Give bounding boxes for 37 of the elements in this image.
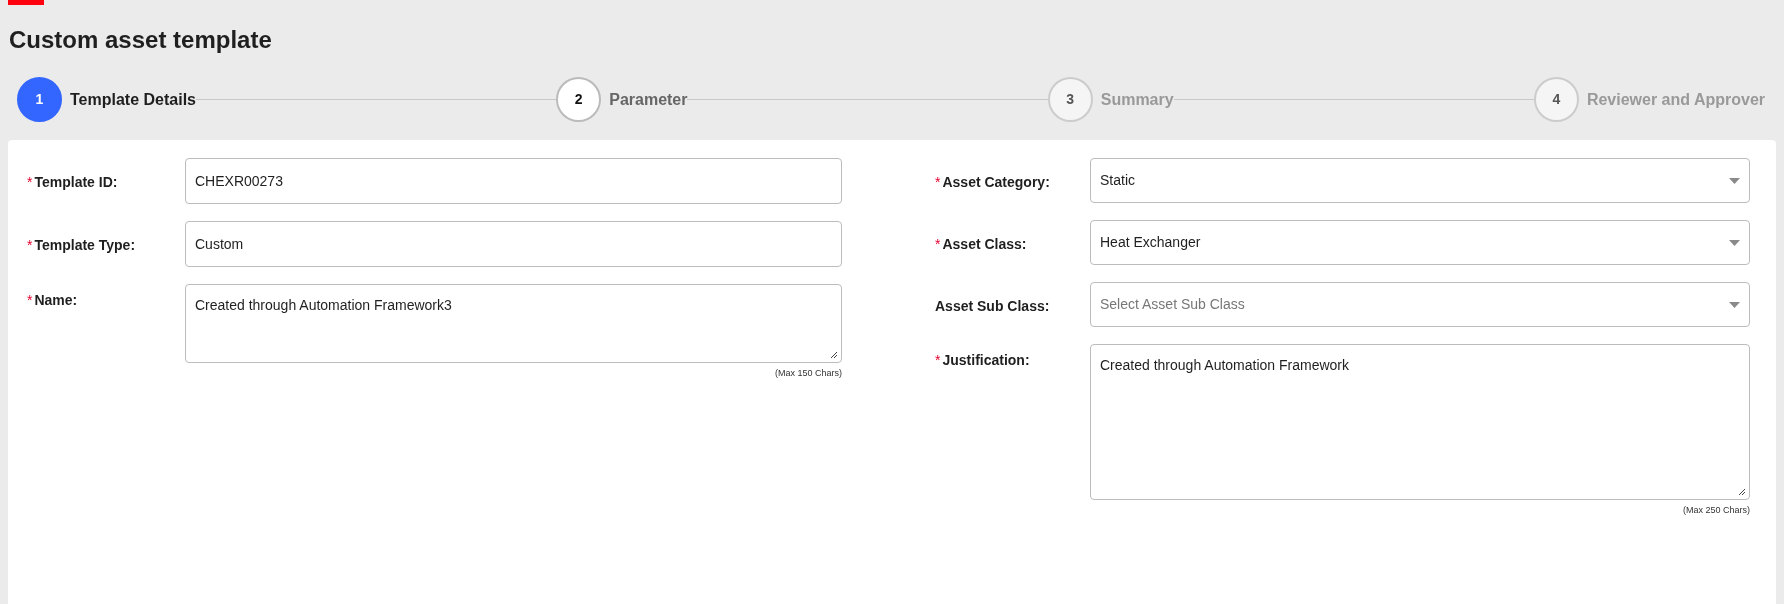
- step-number: 3: [1047, 77, 1093, 122]
- field-label: Name:: [34, 291, 78, 310]
- field-label: Template Type:: [34, 236, 136, 255]
- required-asterisk: *: [27, 173, 33, 192]
- field-label: Justification:: [942, 351, 1030, 370]
- accent-bar: [8, 0, 44, 5]
- field-label: Asset Category:: [942, 173, 1050, 192]
- step-number: 4: [1533, 77, 1579, 122]
- required-asterisk: *: [27, 291, 33, 310]
- required-asterisk: *: [27, 236, 33, 255]
- character-limit-hint: (Max 250 Chars): [1682, 504, 1750, 517]
- step-label: Parameter: [609, 89, 688, 110]
- text-field[interactable]: CHEXR00273: [185, 158, 842, 204]
- required-asterisk: *: [935, 351, 941, 370]
- select-field[interactable]: Select Asset Sub Class: [1090, 282, 1750, 327]
- resize-handle-icon: [1738, 488, 1746, 496]
- step-label: Reviewer and Approver: [1586, 89, 1765, 110]
- dropdown-caret-icon: [1729, 239, 1740, 246]
- dropdown-caret-icon: [1729, 177, 1740, 184]
- text-area[interactable]: Created through Automation Framework3: [185, 284, 842, 363]
- select-field[interactable]: Heat Exchanger: [1090, 220, 1750, 265]
- required-asterisk: *: [935, 173, 941, 192]
- field-label: Asset Sub Class:: [935, 297, 1050, 316]
- select-field[interactable]: Static: [1090, 158, 1750, 203]
- character-limit-hint: (Max 150 Chars): [774, 367, 842, 380]
- step-label: Template Details: [70, 89, 196, 110]
- page-title: Custom asset template: [9, 25, 273, 55]
- step-number: 2: [556, 77, 602, 122]
- text-field[interactable]: Custom: [185, 221, 842, 267]
- step-number: 1: [17, 77, 62, 122]
- required-asterisk: *: [935, 235, 941, 254]
- resize-handle-icon: [830, 351, 838, 359]
- step-label: Summary: [1100, 89, 1174, 110]
- text-area[interactable]: Created through Automation Framework: [1090, 344, 1750, 500]
- dropdown-caret-icon: [1729, 301, 1740, 308]
- field-label: Asset Class:: [942, 235, 1027, 254]
- field-label: Template ID:: [34, 173, 118, 192]
